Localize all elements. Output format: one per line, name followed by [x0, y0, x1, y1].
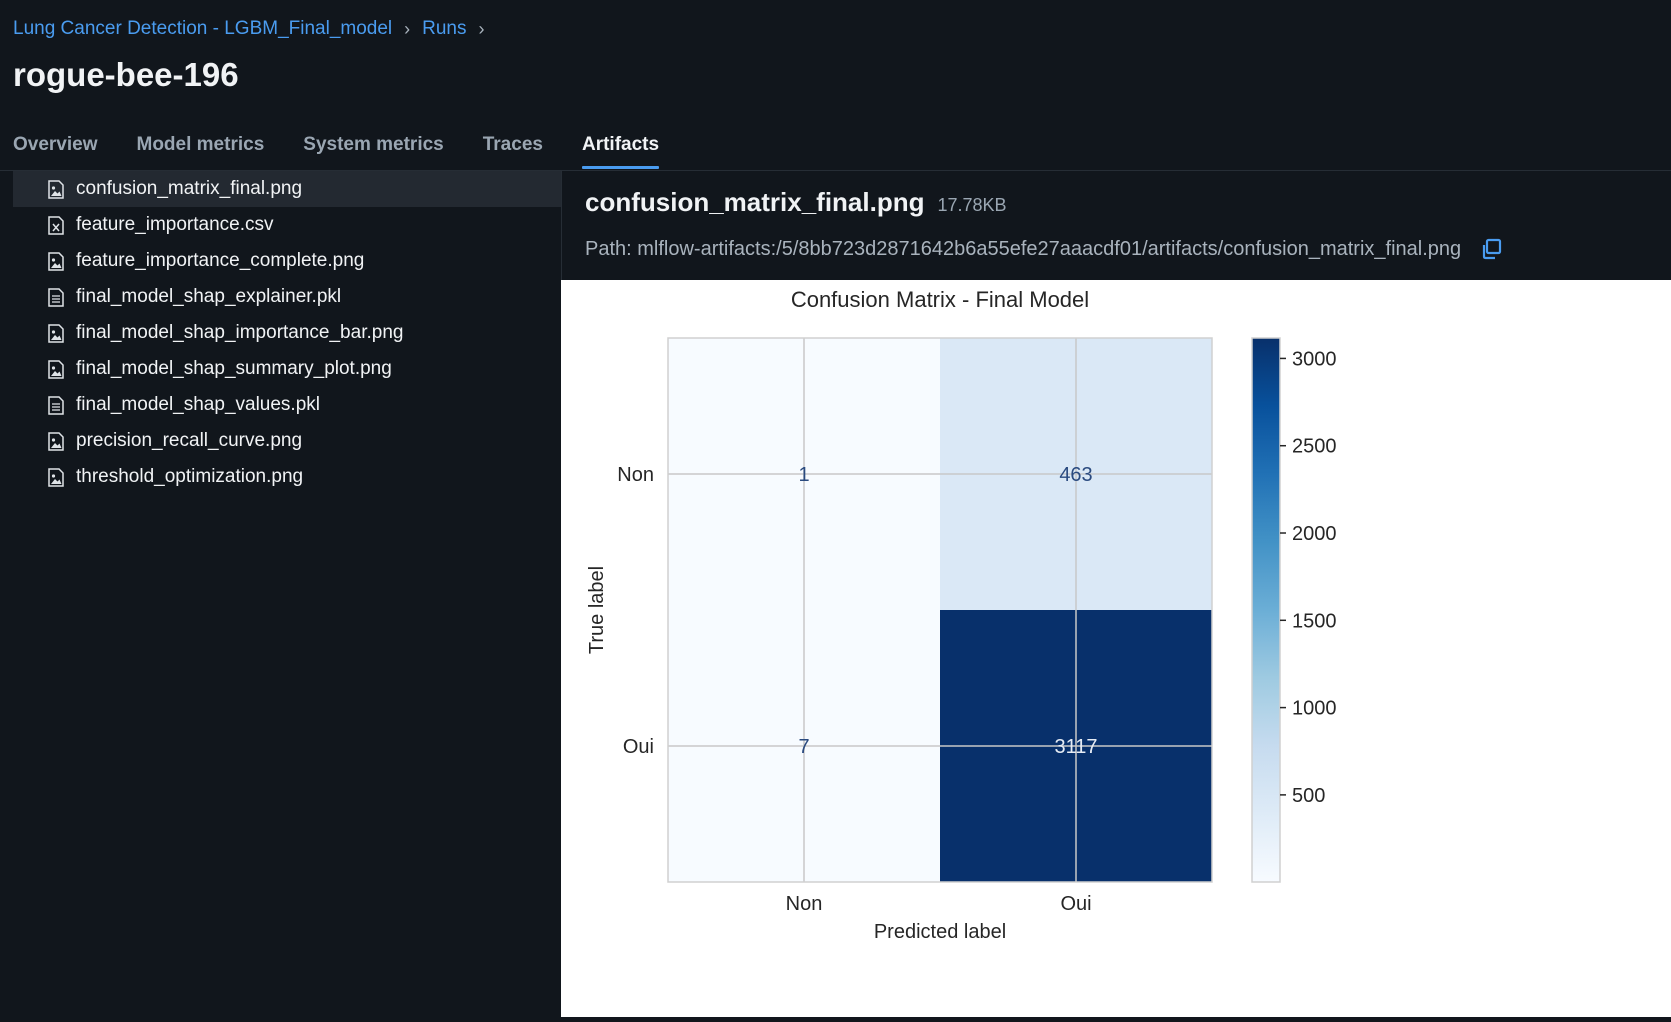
file-name: precision_recall_curve.png [76, 430, 303, 451]
x-tick-label: Oui [1060, 893, 1091, 915]
artifact-path-text: Path: mlflow-artifacts:/5/8bb723d2871642… [585, 237, 1462, 260]
page-title: rogue-bee-196 [13, 56, 239, 93]
file-item[interactable]: confusion_matrix_final.png [13, 171, 561, 207]
cell-value-label: 7 [798, 736, 809, 758]
tab-artifacts[interactable]: Artifacts [581, 134, 660, 169]
artifact-path: Path: mlflow-artifacts:/5/8bb723d2871642… [585, 237, 1503, 261]
artifact-name: confusion_matrix_final.png [585, 187, 925, 217]
file-name: final_model_shap_values.pkl [76, 394, 320, 415]
y-axis-label: True label [586, 566, 608, 654]
chart-title: Confusion Matrix - Final Model [791, 287, 1089, 312]
chevron-right-icon: › [404, 18, 411, 39]
artifact-image-preview: Confusion Matrix - Final Model 1 463 7 3117 N… [561, 280, 1671, 1017]
colorbar-tick-label: 2500 [1292, 436, 1337, 458]
file-name: confusion_matrix_final.png [76, 178, 303, 199]
copy-icon[interactable] [1479, 237, 1503, 261]
text-file-icon [48, 287, 64, 307]
colorbar-tick-label: 1000 [1292, 698, 1337, 720]
file-item[interactable]: feature_importance.csv [13, 207, 561, 243]
file-item[interactable]: final_model_shap_summary_plot.png [13, 351, 561, 387]
breadcrumb-experiment-link[interactable]: Lung Cancer Detection - LGBM_Final_model [13, 18, 392, 40]
tab-bar: Overview Model metrics System metrics Tr… [13, 134, 660, 169]
file-item[interactable]: final_model_shap_importance_bar.png [13, 315, 561, 351]
csv-file-icon [48, 215, 64, 235]
image-file-icon [48, 467, 64, 487]
x-axis-label: Predicted label [874, 921, 1006, 943]
colorbar-tick-label: 2000 [1292, 523, 1337, 545]
cell-value-label: 463 [1059, 464, 1092, 486]
image-file-icon [48, 431, 64, 451]
file-item[interactable]: final_model_shap_values.pkl [13, 387, 561, 423]
y-tick-label: Oui [623, 736, 654, 758]
file-item[interactable]: precision_recall_curve.png [13, 423, 561, 459]
file-name: threshold_optimization.png [76, 466, 304, 487]
breadcrumb-runs-link[interactable]: Runs [422, 18, 466, 40]
file-item[interactable]: threshold_optimization.png [13, 459, 561, 495]
tab-overview[interactable]: Overview [13, 134, 98, 166]
tab-traces[interactable]: Traces [483, 134, 543, 166]
image-file-icon [48, 323, 64, 343]
file-name: final_model_shap_explainer.pkl [76, 286, 342, 307]
colorbar-tick-label: 3000 [1292, 348, 1337, 370]
file-name: feature_importance_complete.png [76, 250, 365, 271]
tab-system-metrics[interactable]: System metrics [303, 134, 443, 166]
chevron-right-icon: › [478, 18, 485, 39]
cell-value-label: 1 [798, 464, 809, 486]
confusion-matrix-chart: Confusion Matrix - Final Model 1 463 7 3117 N… [586, 287, 1337, 943]
artifact-header: confusion_matrix_final.png 17.78KB [585, 187, 1007, 218]
x-tick-label: Non [786, 893, 823, 915]
text-file-icon [48, 395, 64, 415]
colorbar-tick-label: 1500 [1292, 610, 1337, 632]
image-file-icon [48, 251, 64, 271]
artifact-file-tree: confusion_matrix_final.png feature_import… [0, 171, 561, 1017]
image-file-icon [48, 359, 64, 379]
file-name: final_model_shap_importance_bar.png [76, 322, 404, 343]
panel-divider [561, 171, 562, 281]
cell-value-label: 3117 [1054, 736, 1097, 758]
tab-model-metrics[interactable]: Model metrics [137, 134, 265, 166]
image-file-icon [48, 179, 64, 199]
y-tick-label: Non [617, 464, 654, 486]
colorbar-tick-label: 500 [1292, 785, 1325, 807]
file-item[interactable]: final_model_shap_explainer.pkl [13, 279, 561, 315]
file-name: feature_importance.csv [76, 214, 274, 235]
colorbar [1251, 337, 1281, 883]
breadcrumb: Lung Cancer Detection - LGBM_Final_model… [13, 18, 485, 40]
artifact-size: 17.78KB [937, 195, 1007, 215]
file-item[interactable]: feature_importance_complete.png [13, 243, 561, 279]
file-name: final_model_shap_summary_plot.png [76, 358, 392, 379]
